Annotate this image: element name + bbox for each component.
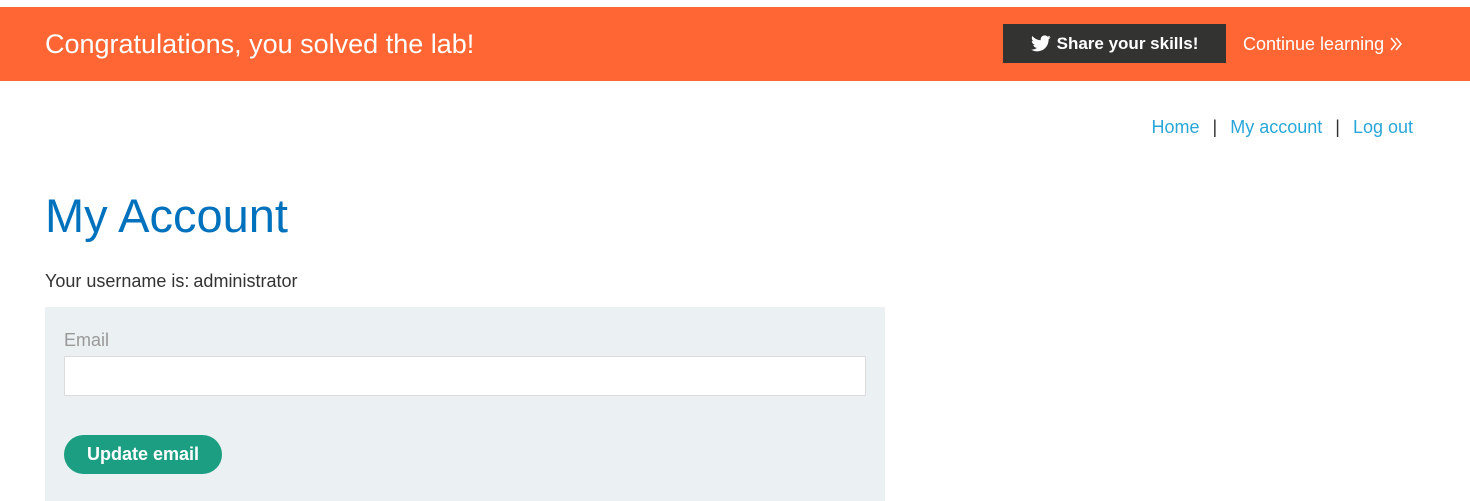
twitter-icon	[1030, 35, 1051, 52]
username-line: Your username is: administrator	[45, 271, 297, 292]
email-input[interactable]	[64, 356, 866, 396]
top-strip	[0, 0, 1470, 7]
nav-separator: |	[1335, 117, 1340, 137]
nav-my-account-link[interactable]: My account	[1230, 117, 1322, 138]
lab-solved-banner: Congratulations, you solved the lab! Sha…	[0, 7, 1470, 81]
nav-log-out-link[interactable]: Log out	[1353, 117, 1413, 138]
share-skills-button[interactable]: Share your skills!	[1003, 24, 1226, 63]
share-skills-label: Share your skills!	[1056, 33, 1199, 53]
page-title: My Account	[45, 189, 288, 242]
double-chevron-right-icon	[1389, 36, 1403, 52]
continue-learning-label: Continue learning	[1243, 34, 1385, 54]
username-label: Your username is:	[45, 271, 190, 291]
continue-learning-link[interactable]: Continue learning	[1243, 7, 1403, 81]
banner-title: Congratulations, you solved the lab!	[45, 29, 475, 59]
nav-home-link[interactable]: Home	[1152, 117, 1200, 138]
username-value: administrator	[193, 271, 298, 291]
nav-separator: |	[1212, 117, 1218, 137]
change-email-form: Email Update email	[45, 307, 885, 501]
email-label: Email	[64, 330, 110, 350]
top-nav: Home | My account | Log out	[1152, 117, 1414, 138]
update-email-button[interactable]: Update email	[64, 435, 222, 474]
